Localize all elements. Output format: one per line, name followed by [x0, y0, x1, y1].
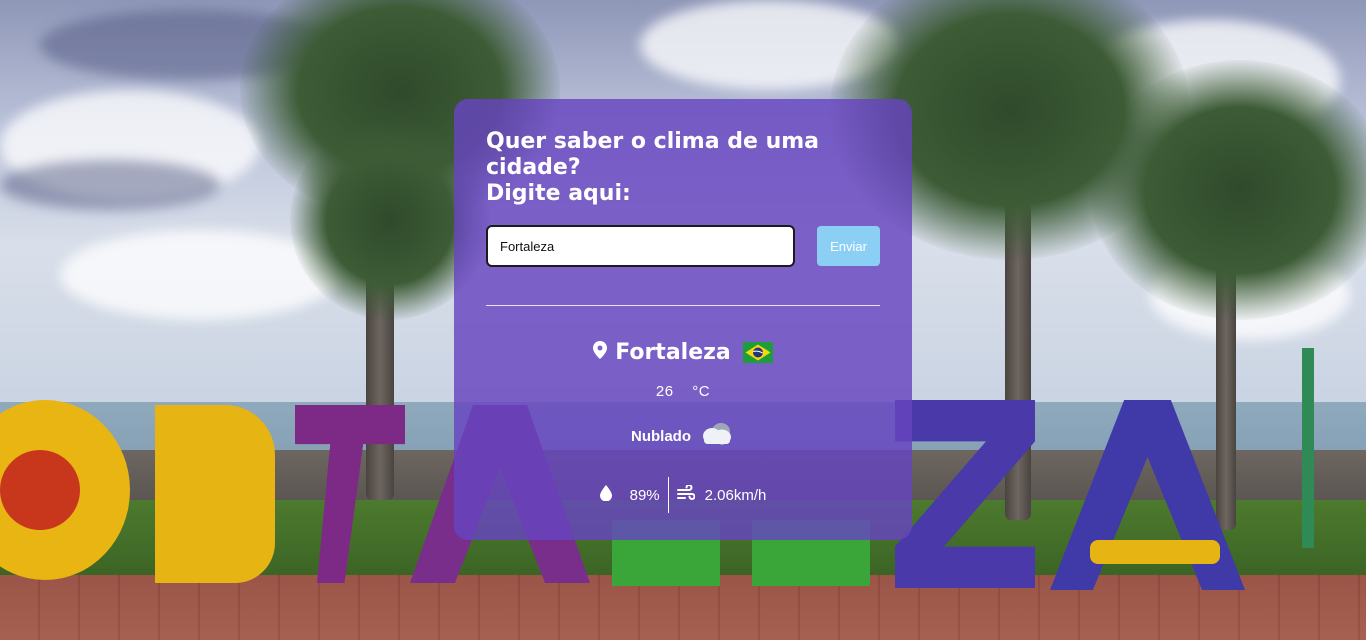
wind-value: 2.06km/h	[704, 486, 767, 504]
brazil-flag-icon	[742, 342, 773, 363]
weather-description: Nublado	[486, 422, 880, 451]
city-name: Fortaleza	[615, 340, 731, 365]
divider	[486, 305, 880, 306]
green-pole	[1302, 348, 1314, 548]
cloud	[0, 160, 220, 210]
water-drop-icon	[599, 485, 612, 505]
wind: 2.06km/h	[669, 484, 775, 505]
search-form: Enviar	[486, 225, 880, 267]
weather-description-text: Nublado	[631, 428, 691, 445]
sculpture-letter-r	[155, 405, 275, 583]
cloudy-icon	[699, 422, 735, 451]
temperature-value: 26	[655, 383, 674, 400]
map-pin-icon	[593, 341, 608, 364]
humidity: 89%	[592, 485, 668, 505]
weather-card: Quer saber o clima de uma cidade? Digite…	[454, 99, 912, 540]
sculpture-decoration	[1090, 540, 1220, 564]
sculpture-decoration	[0, 450, 80, 530]
city-heading: Fortaleza	[486, 340, 880, 365]
card-title-line-2: Digite aqui:	[486, 181, 631, 206]
temperature: 26 °C	[486, 383, 880, 400]
background-photo: Quer saber o clima de uma cidade? Digite…	[0, 0, 1366, 640]
weather-details: 89% 2.06km/h	[486, 477, 880, 513]
card-title-line-1: Quer saber o clima de uma cidade?	[486, 129, 819, 180]
wind-icon	[676, 484, 696, 505]
card-title: Quer saber o clima de uma cidade? Digite…	[486, 129, 880, 207]
temperature-unit: °C	[692, 383, 711, 400]
humidity-value: 89%	[629, 486, 660, 504]
city-search-input[interactable]	[486, 225, 796, 267]
send-button[interactable]: Enviar	[817, 226, 880, 266]
